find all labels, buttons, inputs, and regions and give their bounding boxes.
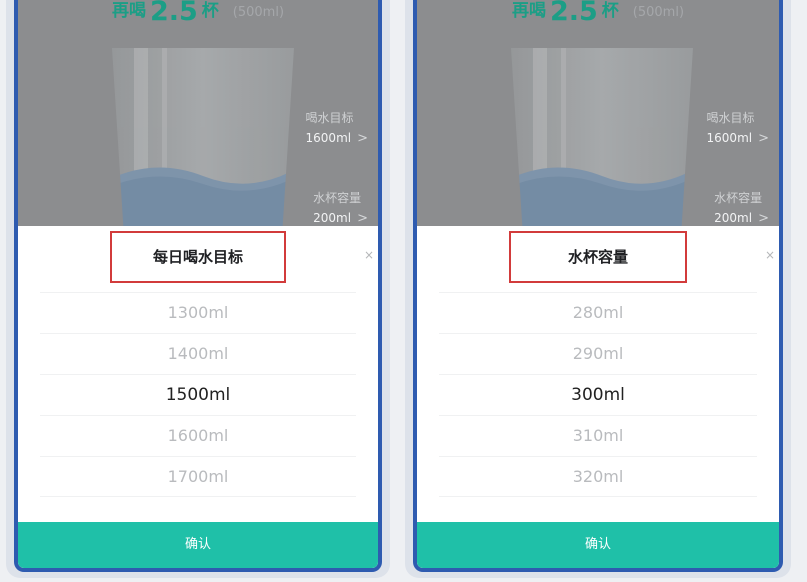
picker-option[interactable]: 320ml: [439, 456, 757, 497]
setting-value: 1600ml: [706, 131, 753, 145]
value-picker[interactable]: 1300ml 1400ml 1500ml 1600ml 1700ml: [40, 292, 356, 497]
picker-option-selected[interactable]: 1500ml: [40, 374, 356, 415]
water-glass-icon: [511, 48, 693, 248]
water-glass-icon: [112, 48, 294, 248]
remaining-unit: 杯: [601, 1, 619, 21]
setting-label: 水杯容量: [714, 191, 763, 205]
setting-value: 200ml: [313, 211, 352, 225]
remaining-cups: 再喝 2.5 杯 (500ml): [18, 0, 378, 27]
picker-option[interactable]: 280ml: [439, 292, 757, 333]
picker-sheet: 每日喝水目标 × 1300ml 1400ml 1500ml 1600ml 170…: [18, 226, 378, 568]
remaining-prefix: 再喝: [111, 1, 146, 21]
picker-option[interactable]: 1400ml: [40, 333, 356, 374]
confirm-button[interactable]: 确认: [18, 522, 378, 568]
close-icon[interactable]: ×: [364, 248, 374, 262]
picker-option[interactable]: 1700ml: [40, 456, 356, 497]
remaining-cups: 再喝 2.5 杯 (500ml): [417, 0, 779, 27]
remaining-count: 2.5: [149, 0, 198, 27]
picker-option[interactable]: 1600ml: [40, 415, 356, 456]
setting-label: 水杯容量: [313, 191, 362, 205]
close-icon[interactable]: ×: [765, 248, 775, 262]
remaining-unit: 杯: [201, 1, 219, 21]
screen-cup-capacity: 再喝 2.5 杯 (500ml) 喝水目标 1600ml > 水杯容量 200ml > 水…: [413, 0, 783, 572]
picker-option[interactable]: 310ml: [439, 415, 757, 456]
dimmed-background: 再喝 2.5 杯 (500ml) 喝水目标 1600ml > 水杯容量 200ml >: [417, 0, 779, 248]
setting-cup-capacity[interactable]: 水杯容量 200ml >: [313, 188, 368, 229]
remaining-prefix: 再喝: [511, 1, 546, 21]
chevron-right-icon: >: [758, 211, 769, 226]
remaining-count: 2.5: [549, 0, 598, 27]
chevron-right-icon: >: [357, 131, 368, 146]
sheet-header: 水杯容量: [417, 231, 779, 283]
setting-drink-goal[interactable]: 喝水目标 1600ml >: [306, 108, 368, 149]
sheet-header: 每日喝水目标: [18, 231, 378, 283]
setting-value: 200ml: [714, 211, 753, 225]
screen-daily-goal: 再喝 2.5 杯 (500ml) 喝水目标 1600ml > 水杯容量 200ml > 每…: [14, 0, 382, 572]
value-picker[interactable]: 280ml 290ml 300ml 310ml 320ml: [439, 292, 757, 497]
dimmed-background: 再喝 2.5 杯 (500ml) 喝水目标 1600ml > 水杯容量 200ml >: [18, 0, 378, 248]
chevron-right-icon: >: [758, 131, 769, 146]
sheet-title: 每日喝水目标: [110, 231, 286, 283]
picker-option-selected[interactable]: 300ml: [439, 374, 757, 415]
confirm-button[interactable]: 确认: [417, 522, 779, 568]
picker-sheet: 水杯容量 × 280ml 290ml 300ml 310ml 320ml 确认: [417, 226, 779, 568]
setting-cup-capacity[interactable]: 水杯容量 200ml >: [714, 188, 769, 229]
remaining-volume: (500ml): [632, 5, 685, 20]
picker-option[interactable]: 1300ml: [40, 292, 356, 333]
chevron-right-icon: >: [357, 211, 368, 226]
setting-label: 喝水目标: [706, 111, 755, 125]
setting-label: 喝水目标: [305, 111, 354, 125]
setting-drink-goal[interactable]: 喝水目标 1600ml >: [707, 108, 769, 149]
picker-option[interactable]: 290ml: [439, 333, 757, 374]
remaining-volume: (500ml): [232, 5, 285, 20]
setting-value: 1600ml: [305, 131, 352, 145]
sheet-title: 水杯容量: [509, 231, 687, 283]
